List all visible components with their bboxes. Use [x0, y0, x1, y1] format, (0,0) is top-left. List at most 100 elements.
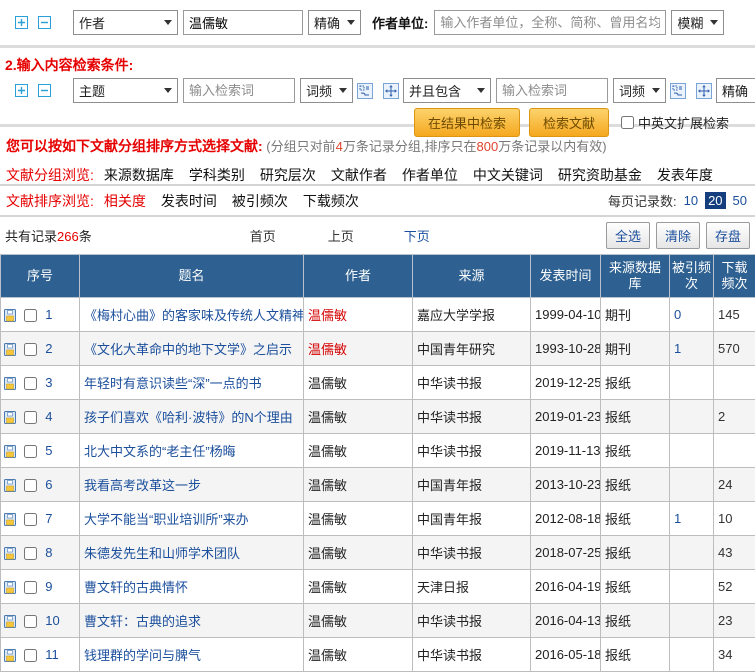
article-title-link[interactable]: 朱德发先生和山师学术团队	[84, 546, 240, 561]
save-record-icon[interactable]	[4, 615, 16, 628]
author-field-select[interactable]: 作者	[73, 10, 178, 35]
group-link-7[interactable]: 发表年度	[657, 167, 713, 183]
row-checkbox[interactable]	[24, 649, 37, 662]
page-size-option-20[interactable]: 20	[705, 192, 725, 209]
author-unit-input[interactable]	[434, 10, 666, 35]
page-size-option-50[interactable]: 50	[733, 193, 747, 208]
article-title-link[interactable]: 钱理群的学问与脾气	[84, 648, 201, 663]
author-name-link[interactable]: 温儒敏	[308, 580, 347, 595]
save-record-icon[interactable]	[4, 343, 16, 356]
author-name-link[interactable]: 温儒敏	[308, 342, 347, 357]
unit-match-select[interactable]: 模糊	[671, 10, 724, 35]
add-condition-icon[interactable]	[15, 16, 28, 29]
save-record-icon[interactable]	[4, 513, 16, 526]
author-match-select[interactable]: 精确	[308, 10, 361, 35]
group-link-5[interactable]: 中文关键词	[473, 167, 543, 183]
author-name-link[interactable]: 温儒敏	[308, 308, 347, 323]
article-title-link[interactable]: 孩子们喜欢《哈利·波特》的N个理由	[84, 410, 293, 425]
synonym-expand-icon[interactable]	[670, 83, 686, 99]
search-in-results-button[interactable]: 在结果中检索	[414, 108, 520, 137]
sort-link-1[interactable]: 被引频次	[232, 193, 288, 209]
row-checkbox[interactable]	[24, 343, 37, 356]
row-checkbox[interactable]	[24, 513, 37, 526]
author-name-link[interactable]: 温儒敏	[308, 546, 347, 561]
database-type: 期刊	[601, 298, 670, 332]
cited-count-link[interactable]: 1	[674, 511, 681, 526]
clear-button[interactable]: 清除	[656, 222, 700, 249]
save-record-icon[interactable]	[4, 445, 16, 458]
author-name-link[interactable]: 温儒敏	[308, 410, 347, 425]
download-count: 24	[714, 468, 755, 502]
row-checkbox[interactable]	[24, 445, 37, 458]
author-name-link[interactable]: 温儒敏	[308, 614, 347, 629]
row-index: 4	[45, 409, 52, 424]
content-match-select[interactable]: 精确	[716, 78, 755, 103]
row-checkbox[interactable]	[24, 377, 37, 390]
search-term-input-1[interactable]	[183, 78, 295, 103]
logical-operator-select[interactable]: 并且包含	[403, 78, 491, 103]
source-name: 中华读书报	[417, 648, 482, 663]
author-name-link[interactable]: 温儒敏	[308, 648, 347, 663]
author-input[interactable]	[183, 10, 303, 35]
synonym-expand-icon[interactable]	[357, 83, 373, 99]
cited-count-link[interactable]: 0	[674, 307, 681, 322]
page-size-option-10[interactable]: 10	[684, 193, 698, 208]
save-record-icon[interactable]	[4, 411, 16, 424]
row-checkbox[interactable]	[24, 547, 37, 560]
save-record-icon[interactable]	[4, 581, 16, 594]
database-type: 报纸	[601, 468, 670, 502]
publish-date: 2019-11-13	[531, 434, 601, 468]
expand-search-icon[interactable]	[696, 83, 712, 99]
article-title-link[interactable]: 大学不能当“职业培训所”来办	[84, 512, 249, 527]
article-title-link[interactable]: 《文化大革命中的地下文学》之启示	[84, 342, 292, 357]
sort-link-0[interactable]: 发表时间	[161, 193, 217, 209]
author-name-link[interactable]: 温儒敏	[308, 376, 347, 391]
dropdown-arrow-icon	[164, 20, 172, 25]
cited-count-link[interactable]: 1	[674, 341, 681, 356]
article-title-link[interactable]: 曹文轩的古典情怀	[84, 580, 188, 595]
next-page-link[interactable]: 下页	[404, 226, 430, 245]
group-link-0[interactable]: 来源数据库	[104, 167, 174, 183]
article-title-link[interactable]: 曹文轩：古典的追求	[84, 614, 201, 629]
article-title-link[interactable]: 我看高考改革这一步	[84, 478, 201, 493]
remove-condition-icon[interactable]	[38, 84, 51, 97]
save-record-icon[interactable]	[4, 479, 16, 492]
topic-field-select[interactable]: 主题	[73, 78, 178, 103]
add-condition-icon[interactable]	[15, 84, 28, 97]
row-checkbox[interactable]	[24, 411, 37, 424]
prev-page-link[interactable]: 上页	[328, 226, 354, 245]
group-link-6[interactable]: 研究资助基金	[558, 167, 642, 183]
search-term-input-2[interactable]	[496, 78, 608, 103]
word-frequency-select-2[interactable]: 词频	[613, 78, 666, 103]
author-name-link[interactable]: 温儒敏	[308, 478, 347, 493]
group-link-1[interactable]: 学科类别	[189, 167, 245, 183]
row-checkbox[interactable]	[24, 309, 37, 322]
article-title-link[interactable]: 北大中文系的“老主任”杨晦	[84, 444, 236, 459]
author-name-link[interactable]: 温儒敏	[308, 512, 347, 527]
row-checkbox[interactable]	[24, 615, 37, 628]
article-title-link[interactable]: 年轻时有意识读些“深”一点的书	[84, 376, 262, 391]
author-name-link[interactable]: 温儒敏	[308, 444, 347, 459]
first-page-link[interactable]: 首页	[250, 226, 276, 245]
save-button[interactable]: 存盘	[706, 222, 750, 249]
search-button[interactable]: 检索文献	[529, 108, 609, 137]
group-link-2[interactable]: 研究层次	[260, 167, 316, 183]
save-record-icon[interactable]	[4, 309, 16, 322]
save-record-icon[interactable]	[4, 649, 16, 662]
row-checkbox[interactable]	[24, 479, 37, 492]
word-frequency-select-2-value: 词频	[619, 81, 645, 100]
word-frequency-select-1[interactable]: 词频	[300, 78, 353, 103]
sort-link-active[interactable]: 相关度	[104, 191, 146, 211]
select-all-button[interactable]: 全选	[606, 222, 650, 249]
remove-condition-icon[interactable]	[38, 16, 51, 29]
sort-link-2[interactable]: 下载频次	[303, 193, 359, 209]
expand-search-icon[interactable]	[383, 83, 399, 99]
save-record-icon[interactable]	[4, 377, 16, 390]
group-link-4[interactable]: 作者单位	[402, 167, 458, 183]
save-record-icon[interactable]	[4, 547, 16, 560]
group-link-3[interactable]: 文献作者	[331, 167, 387, 183]
article-title-link[interactable]: 《梅村心曲》的客家味及传统人文精神	[84, 308, 304, 323]
source-name: 嘉应大学学报	[417, 308, 495, 323]
row-checkbox[interactable]	[24, 581, 37, 594]
extend-search-checkbox[interactable]	[621, 116, 634, 129]
